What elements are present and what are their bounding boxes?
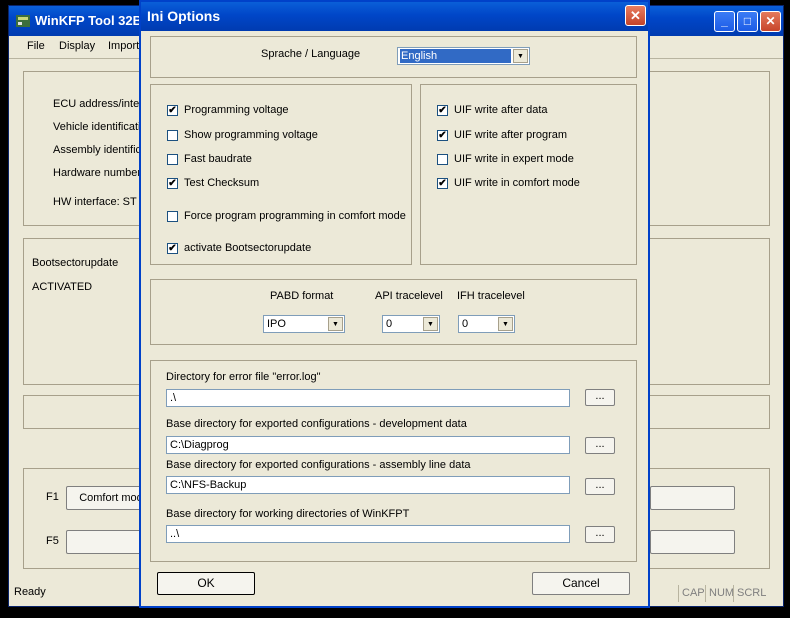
assembly-dir-input[interactable]: C:\NFS-Backup bbox=[166, 476, 570, 494]
assembly-dir-label: Base directory for exported configuratio… bbox=[166, 459, 471, 471]
f1-right-button[interactable] bbox=[650, 486, 735, 510]
uif-expert-mode-label: UIF write in expert mode bbox=[454, 153, 574, 165]
api-tracelevel-label: API tracelevel bbox=[375, 290, 443, 302]
bootsectorupdate-checkbox[interactable]: ✔ bbox=[167, 243, 178, 254]
f5-right-button[interactable] bbox=[650, 530, 735, 554]
bootsectorupdate-label: activate Bootsectorupdate bbox=[184, 242, 312, 254]
menu-import[interactable]: Import bbox=[108, 40, 139, 52]
uif-after-data-label: UIF write after data bbox=[454, 104, 548, 116]
error-dir-label: Directory for error file "error.log" bbox=[166, 371, 321, 383]
dialog-title-bar[interactable]: Ini Options ✕ bbox=[141, 2, 648, 31]
working-dir-browse-button[interactable]: ... bbox=[585, 526, 615, 543]
boot-status: ACTIVATED bbox=[32, 281, 93, 293]
uif-options-group: ✔ UIF write after data ✔ UIF write after… bbox=[420, 84, 637, 265]
chevron-down-icon[interactable]: ▼ bbox=[328, 317, 343, 331]
dev-dir-browse-button[interactable]: ... bbox=[585, 437, 615, 454]
uif-comfort-mode-label: UIF write in comfort mode bbox=[454, 177, 580, 189]
cancel-button[interactable]: Cancel bbox=[532, 572, 630, 595]
minimize-icon[interactable]: _ bbox=[714, 11, 735, 32]
show-programming-voltage-label: Show programming voltage bbox=[184, 129, 318, 141]
dialog-close-icon[interactable]: ✕ bbox=[625, 5, 646, 26]
main-window-title: WinKFP Tool 32B bbox=[35, 13, 143, 28]
trace-group: PABD format IPO ▼ API tracelevel 0 ▼ IFH… bbox=[150, 279, 637, 345]
dev-dir-input[interactable]: C:\Diagprog bbox=[166, 436, 570, 454]
ecu-address-label: ECU address/integ bbox=[53, 98, 146, 110]
vehicle-id-label: Vehicle identificati bbox=[53, 121, 141, 133]
ifh-tracelevel-select[interactable]: 0 ▼ bbox=[458, 315, 515, 333]
programming-voltage-label: Programming voltage bbox=[184, 104, 289, 116]
fast-baudrate-label: Fast baudrate bbox=[184, 153, 252, 165]
chevron-down-icon[interactable]: ▼ bbox=[513, 49, 528, 63]
assembly-dir-browse-button[interactable]: ... bbox=[585, 478, 615, 495]
ini-options-dialog: Ini Options ✕ Sprache / Language English… bbox=[139, 0, 650, 608]
uif-after-data-checkbox[interactable]: ✔ bbox=[437, 105, 448, 116]
uif-expert-mode-checkbox[interactable] bbox=[437, 154, 448, 165]
test-checksum-label: Test Checksum bbox=[184, 177, 260, 189]
dev-dir-label: Base directory for exported configuratio… bbox=[166, 418, 467, 430]
boot-label: Bootsectorupdate bbox=[32, 257, 119, 269]
assembly-id-label: Assembly identifica bbox=[53, 144, 148, 156]
test-checksum-checkbox[interactable]: ✔ bbox=[167, 178, 178, 189]
language-label: Sprache / Language bbox=[261, 48, 361, 60]
working-dir-label: Base directory for working directories o… bbox=[166, 508, 410, 520]
f1-label: F1 bbox=[46, 491, 59, 503]
ifh-tracelevel-value: 0 bbox=[462, 318, 469, 330]
menu-display[interactable]: Display bbox=[59, 40, 95, 52]
cap-indicator: CAP bbox=[678, 585, 705, 602]
api-tracelevel-select[interactable]: 0 ▼ bbox=[382, 315, 440, 333]
pabd-value: IPO bbox=[267, 318, 286, 330]
chevron-down-icon[interactable]: ▼ bbox=[423, 317, 438, 331]
language-group: Sprache / Language English ▼ bbox=[150, 36, 637, 78]
force-program-label: Force program programming in comfort mod… bbox=[184, 210, 406, 222]
programming-options-group: ✔ Programming voltage Show programming v… bbox=[150, 84, 412, 265]
ok-button[interactable]: OK bbox=[157, 572, 255, 595]
hw-interface-label: HW interface: ST bbox=[53, 196, 137, 208]
language-value: English bbox=[400, 49, 511, 63]
uif-after-program-checkbox[interactable]: ✔ bbox=[437, 130, 448, 141]
uif-comfort-mode-checkbox[interactable]: ✔ bbox=[437, 178, 448, 189]
ifh-tracelevel-label: IFH tracelevel bbox=[457, 290, 525, 302]
num-indicator: NUM bbox=[705, 585, 734, 602]
menu-file[interactable]: File bbox=[27, 40, 45, 52]
show-programming-voltage-checkbox[interactable] bbox=[167, 130, 178, 141]
app-icon bbox=[15, 13, 31, 29]
status-text: Ready bbox=[14, 586, 46, 598]
f5-label: F5 bbox=[46, 535, 59, 547]
chevron-down-icon[interactable]: ▼ bbox=[498, 317, 513, 331]
dialog-title: Ini Options bbox=[147, 8, 221, 24]
directories-group: Directory for error file "error.log" .\ … bbox=[150, 360, 637, 562]
close-icon[interactable]: ✕ bbox=[760, 11, 781, 32]
force-program-checkbox[interactable] bbox=[167, 211, 178, 222]
api-tracelevel-value: 0 bbox=[386, 318, 393, 330]
pabd-select[interactable]: IPO ▼ bbox=[263, 315, 345, 333]
language-select[interactable]: English ▼ bbox=[397, 47, 530, 65]
error-dir-input[interactable]: .\ bbox=[166, 389, 570, 407]
scrl-indicator: SCRL bbox=[733, 585, 766, 602]
uif-after-program-label: UIF write after program bbox=[454, 129, 568, 141]
error-dir-browse-button[interactable]: ... bbox=[585, 389, 615, 406]
programming-voltage-checkbox[interactable]: ✔ bbox=[167, 105, 178, 116]
hardware-number-label: Hardware number bbox=[53, 167, 142, 179]
fast-baudrate-checkbox[interactable] bbox=[167, 154, 178, 165]
pabd-label: PABD format bbox=[270, 290, 334, 302]
working-dir-input[interactable]: ..\ bbox=[166, 525, 570, 543]
maximize-icon[interactable]: □ bbox=[737, 11, 758, 32]
